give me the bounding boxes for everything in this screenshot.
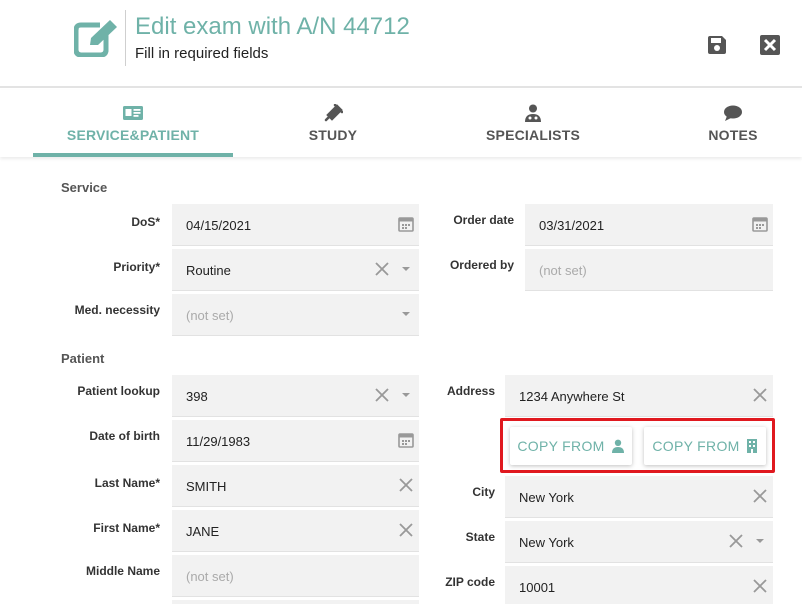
last-name-value: SMITH [186, 479, 227, 494]
chevron-down-icon[interactable] [397, 305, 415, 323]
med-necessity-placeholder: (not set) [186, 308, 234, 323]
tab-label: NOTES [708, 127, 758, 143]
tab-label: SPECIALISTS [486, 127, 580, 143]
order-date-label: Order date [453, 213, 514, 227]
priority-value: Routine [186, 263, 231, 278]
calendar-icon[interactable] [397, 431, 415, 449]
page-title: Edit exam with A/N 44712 [135, 13, 410, 40]
clear-icon[interactable] [751, 577, 769, 595]
tab-label: STUDY [308, 127, 358, 143]
dob-value: 11/29/1983 [186, 434, 251, 449]
ordered-by-field[interactable]: (not set) [525, 249, 773, 291]
address-field[interactable]: 1234 Anywhere St [505, 375, 773, 417]
syringe-icon [324, 104, 343, 122]
tab-study[interactable]: STUDY [233, 90, 433, 157]
chevron-down-icon[interactable] [397, 386, 415, 404]
edit-icon [74, 19, 120, 57]
chevron-down-icon[interactable] [751, 532, 769, 550]
dob-field[interactable]: 11/29/1983 [172, 420, 419, 462]
state-label: State [465, 530, 495, 544]
id-card-icon [123, 106, 143, 120]
priority-label: Priority* [113, 260, 160, 274]
med-necessity-label: Med. necessity [74, 303, 160, 317]
ordered-by-placeholder: (not set) [539, 263, 587, 278]
order-date-value: 03/31/2021 [539, 218, 605, 233]
address-value: 1234 Anywhere St [519, 389, 625, 404]
zip-label: ZIP code [445, 575, 495, 589]
state-select[interactable]: New York [505, 521, 773, 563]
building-icon [746, 439, 757, 453]
dos-field[interactable]: 04/15/2021 [172, 204, 419, 246]
header-divider [125, 10, 126, 66]
chevron-down-icon[interactable] [397, 260, 415, 278]
close-icon[interactable] [759, 34, 781, 56]
clear-icon[interactable] [397, 476, 415, 494]
zip-field[interactable]: 10001 [505, 566, 773, 604]
header: Edit exam with A/N 44712 Fill in require… [0, 0, 802, 88]
zip-value: 10001 [519, 580, 556, 595]
section-title-patient: Patient [61, 351, 105, 366]
first-name-label: First Name* [93, 521, 160, 535]
patient-lookup-select[interactable]: 398 [172, 375, 419, 417]
priority-select[interactable]: Routine [172, 249, 419, 291]
last-name-field[interactable]: SMITH [172, 465, 419, 507]
tab-service-patient[interactable]: SERVICE&PATIENT [33, 90, 233, 157]
calendar-icon[interactable] [751, 215, 769, 233]
clear-icon[interactable] [727, 532, 745, 550]
city-label: City [472, 485, 495, 499]
first-name-field[interactable]: JANE [172, 510, 419, 552]
clear-icon[interactable] [373, 260, 391, 278]
middle-name-label: Middle Name [85, 564, 160, 578]
middle-name-placeholder: (not set) [186, 569, 234, 584]
calendar-icon[interactable] [397, 215, 415, 233]
user-md-icon [525, 104, 541, 122]
patient-lookup-value: 398 [186, 389, 208, 404]
first-name-value: JANE [186, 524, 220, 539]
next-field-edge [172, 600, 419, 604]
state-value: New York [519, 535, 574, 550]
middle-name-field[interactable]: (not set) [172, 555, 419, 597]
dos-label: DoS* [131, 215, 160, 229]
copy-from-facility-button[interactable]: COPY FROM [644, 427, 766, 465]
order-date-field[interactable]: 03/31/2021 [525, 204, 773, 246]
comment-icon [724, 105, 742, 121]
section-title-service: Service [61, 180, 108, 195]
save-icon[interactable] [706, 34, 728, 56]
dob-label: Date of birth [89, 429, 160, 443]
tab-bar: SERVICE&PATIENT STUDY SPECIALISTS NOTES [0, 90, 802, 157]
clear-icon[interactable] [397, 521, 415, 539]
address-label: Address [446, 384, 495, 398]
city-value: New York [519, 490, 574, 505]
clear-icon[interactable] [751, 487, 769, 505]
copy-from-label: COPY FROM [652, 438, 740, 454]
tab-specialists[interactable]: SPECIALISTS [433, 90, 633, 157]
tab-label: SERVICE&PATIENT [66, 127, 200, 143]
city-field[interactable]: New York [505, 476, 773, 518]
clear-icon[interactable] [751, 386, 769, 404]
tab-notes[interactable]: NOTES [663, 90, 802, 157]
med-necessity-select[interactable]: (not set) [172, 294, 419, 336]
clear-icon[interactable] [373, 386, 391, 404]
dos-value: 04/15/2021 [186, 218, 252, 233]
patient-lookup-label: Patient lookup [77, 384, 160, 398]
last-name-label: Last Name* [94, 476, 160, 490]
page-subtitle: Fill in required fields [135, 45, 269, 62]
copy-from-label: COPY FROM [517, 438, 605, 454]
copy-from-patient-button[interactable]: COPY FROM [510, 427, 632, 465]
user-icon [611, 439, 624, 453]
ordered-by-label: Ordered by [449, 258, 514, 272]
